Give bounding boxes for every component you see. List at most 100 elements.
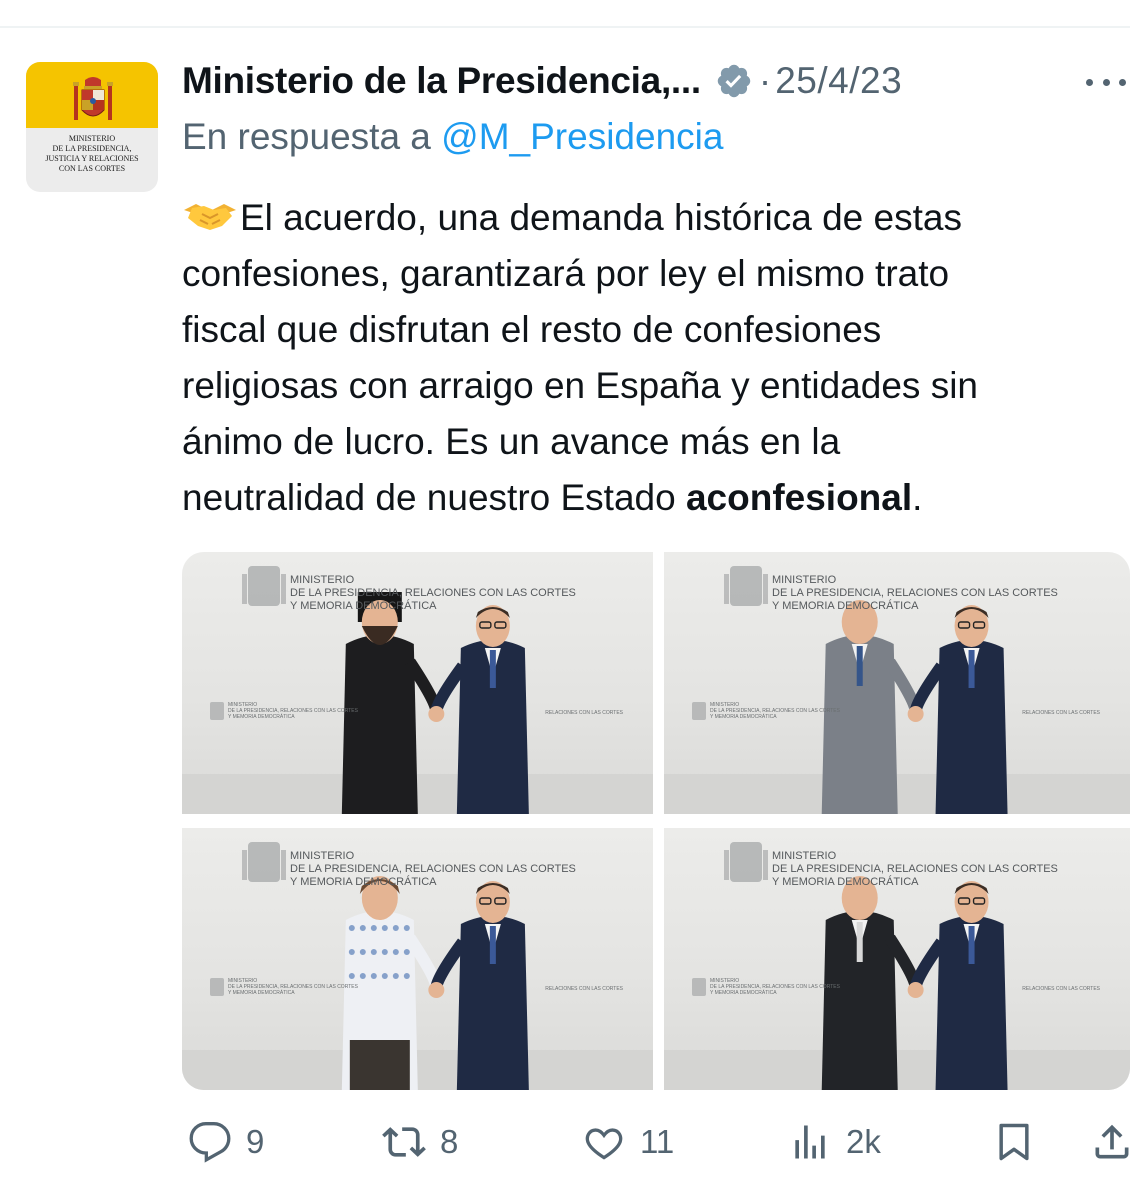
author-name[interactable]: Ministerio de la Presidencia,...: [182, 60, 701, 102]
backdrop-text: MINISTERIO DE LA PRESIDENCIA, RELACIONES …: [290, 850, 576, 889]
photo-3[interactable]: MINISTERIO DE LA PRESIDENCIA, RELACIONES …: [182, 828, 653, 1090]
bookmark-icon: [999, 1123, 1029, 1161]
photo-2[interactable]: MINISTERIO DE LA PRESIDENCIA, RELACIONES …: [664, 552, 1130, 814]
views-chart-icon: [795, 1125, 825, 1159]
share-icon: [1095, 1124, 1129, 1159]
tweet-text: El acuerdo, una demanda histórica de est…: [182, 190, 1128, 526]
backdrop-small-right: RELACIONES CON LAS CORTES: [1022, 986, 1100, 992]
retweet-icon: [382, 1127, 426, 1157]
backdrop-crest-pillar: [281, 850, 286, 880]
backdrop-text-line: MINISTERIO: [772, 574, 837, 586]
tie: [489, 650, 496, 688]
top-divider: [0, 26, 1130, 28]
backdrop-text-line: Y MEMORIA DEMOCRÁTICA: [772, 876, 919, 888]
blouse-pattern: [359, 949, 366, 955]
backdrop-small-text: MINISTERIO DE LA PRESIDENCIA, RELACIONES …: [228, 978, 358, 996]
backdrop-text-line: MINISTERIO: [290, 850, 355, 862]
handshake: [428, 706, 445, 722]
person-left-body: [341, 635, 418, 814]
tie: [856, 646, 863, 686]
backdrop-small-line: Y MEMORIA DEMOCRÁTICA: [228, 990, 295, 996]
tweet-text-line: ánimo de lucro. Es un avance más en la: [182, 421, 841, 462]
backdrop-text-line: MINISTERIO: [290, 574, 355, 586]
views-count: 2k: [846, 1123, 881, 1160]
reply-prefix: En respuesta a: [182, 116, 442, 157]
backdrop-crest-pillar: [281, 574, 286, 604]
tweet-date[interactable]: 25/4/23: [775, 60, 902, 102]
retweet-button[interactable]: 8: [382, 1112, 458, 1172]
backdrop-text-line: DE LA PRESIDENCIA, RELACIONES CON LAS CO…: [772, 863, 1058, 875]
backdrop-small-crest-icon: [210, 978, 224, 996]
handshake: [428, 982, 445, 998]
blouse-pattern: [381, 949, 388, 955]
handshake: [907, 706, 924, 722]
backdrop-crest-pillar: [763, 850, 768, 880]
tweet-text-line: El acuerdo, una demanda histórica de est…: [182, 190, 1128, 246]
backdrop-small-crest-icon: [692, 702, 706, 720]
avatar[interactable]: MINISTERIO DE LA PRESIDENCIA, JUSTICIA Y…: [26, 62, 158, 192]
verified-badge-icon[interactable]: [715, 62, 753, 100]
backdrop-small-right: RELACIONES CON LAS CORTES: [545, 710, 623, 716]
arm-right: [430, 938, 468, 989]
more-options-icon[interactable]: [1086, 62, 1126, 102]
views-button[interactable]: 2k: [788, 1112, 881, 1172]
backdrop-crest-pillar: [724, 850, 729, 880]
blouse-pattern: [359, 925, 366, 931]
blouse-pattern: [348, 949, 355, 955]
handshake: [907, 982, 924, 998]
backdrop-small-line: Y MEMORIA DEMOCRÁTICA: [710, 990, 777, 996]
blouse-pattern: [403, 973, 410, 979]
backdrop-small-crest-icon: [692, 978, 706, 996]
backdrop-text-line: DE LA PRESIDENCIA, RELACIONES CON LAS CO…: [290, 587, 576, 599]
backdrop-text: MINISTERIO DE LA PRESIDENCIA, RELACIONES …: [290, 574, 576, 613]
coat-of-arms-icon: [73, 77, 113, 120]
backdrop-text: MINISTERIO DE LA PRESIDENCIA, RELACIONES …: [772, 574, 1058, 613]
blouse-pattern: [392, 973, 399, 979]
blouse-pattern: [370, 973, 377, 979]
arm-right: [909, 938, 947, 989]
separator-dot: ·: [758, 60, 772, 101]
avatar-label: MINISTERIO DE LA PRESIDENCIA, JUSTICIA Y…: [45, 134, 139, 173]
backdrop-text: MINISTERIO DE LA PRESIDENCIA, RELACIONES …: [772, 850, 1058, 889]
backdrop-crest-pillar: [242, 574, 247, 604]
backdrop-text-line: DE LA PRESIDENCIA, RELACIONES CON LAS CO…: [290, 863, 576, 875]
blouse-pattern: [370, 925, 377, 931]
blouse-pattern: [403, 949, 410, 955]
photo-4[interactable]: MINISTERIO DE LA PRESIDENCIA, RELACIONES …: [664, 828, 1130, 1090]
backdrop-text-line: Y MEMORIA DEMOCRÁTICA: [772, 600, 919, 612]
tie: [968, 650, 975, 688]
backdrop-crest-icon: [248, 842, 280, 882]
reply-icon: [189, 1122, 231, 1163]
arm-right: [909, 662, 947, 713]
backdrop-text-line: Y MEMORIA DEMOCRÁTICA: [290, 600, 437, 612]
blouse-pattern: [392, 949, 399, 955]
backdrop-small-line: Y MEMORIA DEMOCRÁTICA: [710, 714, 777, 720]
backdrop-crest-icon: [730, 842, 762, 882]
blouse-pattern: [403, 925, 410, 931]
reply-context: En respuesta a @M_Presidencia: [182, 116, 723, 158]
share-button[interactable]: [1090, 1112, 1130, 1172]
reply-count: 9: [246, 1123, 265, 1160]
like-button[interactable]: 11: [582, 1112, 674, 1172]
blouse-pattern: [370, 949, 377, 955]
backdrop-crest-pillar: [724, 574, 729, 604]
backdrop-small-text: MINISTERIO DE LA PRESIDENCIA, RELACIONES …: [710, 978, 840, 996]
reply-handle-link[interactable]: @M_Presidencia: [441, 116, 723, 157]
backdrop-crest-pillar: [763, 574, 768, 604]
media-grid: MINISTERIO DE LA PRESIDENCIA, RELACIONES …: [182, 552, 1130, 1090]
retweet-count: 8: [440, 1123, 459, 1160]
blouse-pattern: [348, 925, 355, 931]
tie: [489, 926, 496, 964]
blouse-pattern: [359, 973, 366, 979]
reply-button[interactable]: 9: [188, 1112, 264, 1172]
tweet-text-line: fiscal que disfrutan el resto de confesi…: [182, 309, 882, 350]
backdrop-crest-icon: [248, 566, 280, 606]
tie: [968, 926, 975, 964]
bold-word: aconfesional: [685, 477, 913, 518]
tweet-header: Ministerio de la Presidencia,... · 25/4/…: [182, 56, 902, 106]
tweet-text-line: religiosas con arraigo en España y entid…: [182, 365, 978, 406]
photo-1[interactable]: MINISTERIO DE LA PRESIDENCIA, RELACIONES …: [182, 552, 653, 814]
tweet-text-line: confesiones, garantizará por ley el mism…: [182, 253, 950, 294]
bookmark-button[interactable]: [992, 1112, 1036, 1172]
action-bar: 9 8 11 2k: [182, 1112, 1130, 1172]
